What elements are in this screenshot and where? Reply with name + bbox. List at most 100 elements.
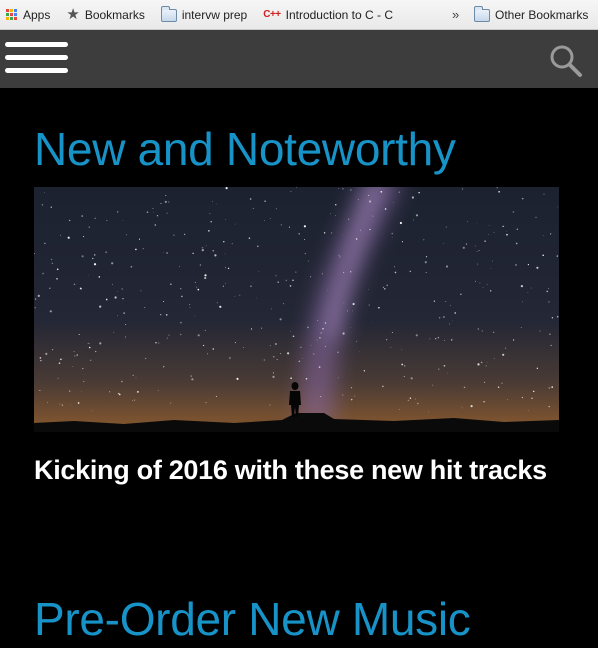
star-dot (307, 260, 309, 262)
star-dot (155, 341, 157, 344)
star-dot (550, 233, 552, 235)
star-dot (270, 308, 272, 310)
star-dot (350, 189, 352, 191)
star-dot (201, 249, 204, 252)
star-dot (548, 387, 551, 389)
star-dot (58, 362, 61, 365)
bookmark-apps[interactable]: Apps (6, 0, 50, 29)
star-dot (302, 357, 303, 359)
star-dot (493, 231, 495, 233)
star-dot (488, 234, 490, 235)
star-dot (212, 200, 213, 202)
star-dot (348, 218, 350, 220)
star-dot (487, 362, 488, 363)
star-dot (536, 367, 538, 369)
star-dot (401, 363, 404, 366)
star-dot (224, 267, 226, 269)
star-dot (479, 282, 481, 284)
star-dot (338, 377, 339, 379)
star-dot (451, 339, 453, 341)
star-dot (60, 358, 62, 361)
star-dot (205, 402, 207, 404)
feature-article-title[interactable]: Kicking of 2016 with these new hit track… (34, 453, 559, 488)
star-dot (454, 312, 456, 314)
star-dot (272, 375, 275, 378)
star-dot (369, 228, 371, 231)
star-dot (92, 257, 94, 260)
star-dot (322, 328, 324, 330)
star-dot (192, 252, 194, 255)
bookmark-other-bookmarks[interactable]: Other Bookmarks (474, 0, 589, 29)
cpp-icon: C++ (263, 9, 281, 20)
star-dot (196, 286, 198, 288)
star-dot (383, 287, 386, 290)
star-dot (197, 288, 200, 291)
star-dot (122, 298, 124, 300)
star-dot (352, 302, 355, 306)
star-dot (250, 285, 252, 288)
star-dot (305, 378, 308, 380)
star-dot (392, 237, 393, 238)
star-dot (486, 284, 488, 286)
star-dot (415, 334, 418, 337)
star-dot (99, 342, 102, 345)
star-dot (98, 276, 101, 278)
star-dot (50, 258, 53, 261)
star-dot (531, 397, 533, 400)
star-dot (357, 199, 359, 200)
star-dot (273, 356, 275, 358)
star-dot (219, 305, 222, 308)
star-dot (290, 377, 292, 380)
star-dot (263, 220, 265, 222)
search-icon[interactable] (548, 43, 584, 79)
star-dot (72, 366, 74, 368)
star-dot (338, 254, 340, 256)
star-dot (276, 358, 278, 360)
star-dot (83, 236, 85, 238)
star-dot (258, 271, 260, 272)
star-dot (477, 328, 480, 330)
star-dot (170, 283, 172, 285)
star-dot (386, 339, 388, 341)
star-dot (158, 342, 160, 344)
star-dot (449, 323, 450, 325)
feature-image[interactable] (34, 187, 559, 432)
star-dot (37, 294, 40, 297)
star-dot (165, 195, 167, 197)
star-icon: ★ (66, 6, 80, 23)
star-dot (352, 310, 353, 312)
star-dot (208, 230, 210, 232)
bookmark-label: Other Bookmarks (495, 7, 589, 22)
star-dot (124, 336, 126, 338)
star-dot (165, 314, 168, 316)
bookmark-introduction-to-c[interactable]: C++ Introduction to C - C (263, 0, 393, 29)
star-dot (197, 334, 200, 337)
section-heading-new-and-noteworthy: New and Noteworthy (34, 123, 456, 175)
star-dot (60, 234, 61, 236)
star-dot (194, 281, 196, 283)
star-dot (89, 343, 90, 344)
star-dot (443, 365, 446, 367)
star-dot (121, 380, 123, 383)
bookmarks-overflow-button[interactable]: » (452, 0, 459, 29)
star-dot (56, 278, 58, 280)
star-dot (153, 211, 154, 213)
star-dot (504, 347, 507, 349)
bookmark-intervw-prep[interactable]: intervw prep (160, 0, 247, 29)
star-dot (80, 287, 82, 290)
star-dot (507, 399, 508, 400)
star-dot (320, 396, 322, 398)
star-dot (428, 411, 429, 413)
star-dot (382, 385, 384, 388)
star-dot (425, 271, 427, 274)
star-dot (496, 187, 498, 189)
star-dot (275, 208, 277, 210)
hamburger-menu-icon[interactable] (5, 42, 68, 78)
folder-icon (474, 5, 490, 22)
star-dot (91, 410, 93, 411)
star-dot (67, 236, 70, 239)
star-dot (252, 207, 254, 209)
bookmark-bookmarks[interactable]: ★ Bookmarks (66, 0, 144, 29)
star-dot (520, 285, 523, 288)
star-dot (68, 219, 71, 222)
